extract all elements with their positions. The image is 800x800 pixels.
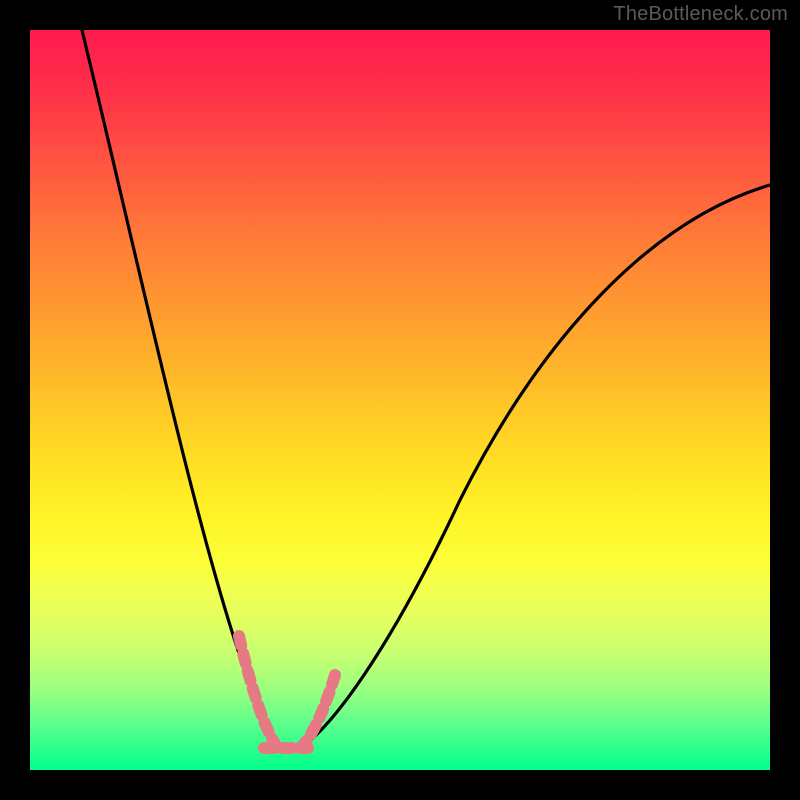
watermark-text: TheBottleneck.com (613, 3, 788, 26)
bottleneck-curve (82, 30, 770, 748)
highlight-left (239, 636, 278, 748)
highlight-right (300, 675, 335, 748)
chart-container: TheBottleneck.com (0, 0, 800, 800)
plot-area (30, 30, 770, 770)
curve-layer (30, 30, 770, 770)
